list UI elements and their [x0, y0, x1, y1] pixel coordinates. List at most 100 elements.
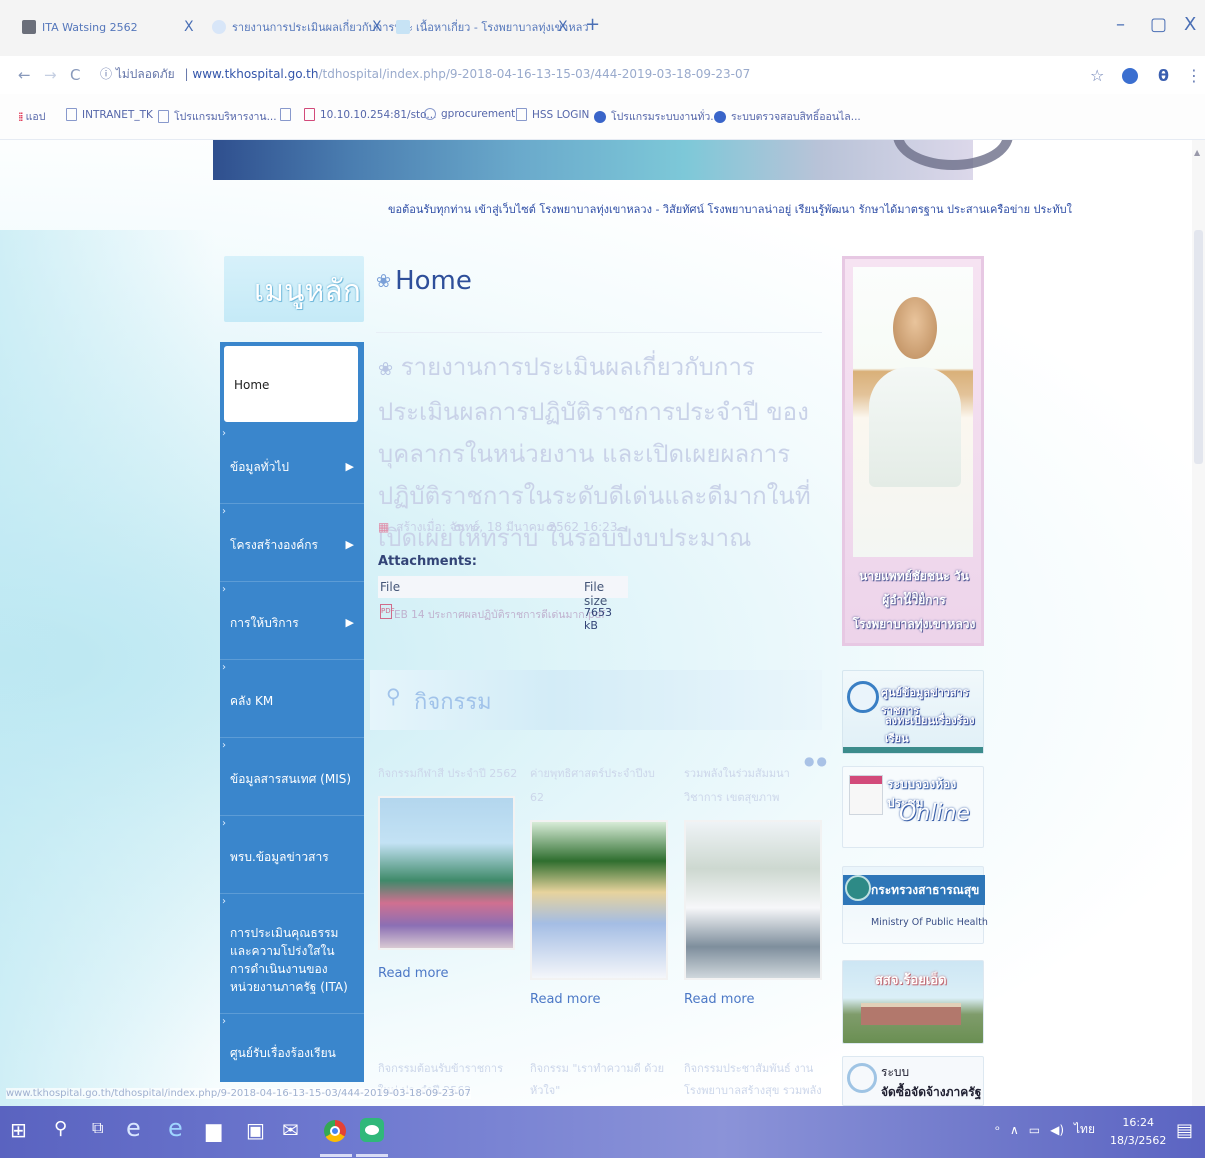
- activity-caption[interactable]: กิจกรรมกีฬาสี ประจำปี 2562: [378, 762, 518, 786]
- store-icon[interactable]: ▣: [246, 1118, 265, 1142]
- bookmark-admin-program[interactable]: โปรแกรมบริหารงาน...: [158, 108, 277, 125]
- bookmark-intranet[interactable]: INTRANET_TK: [66, 108, 153, 121]
- line-app-icon[interactable]: [360, 1118, 384, 1142]
- bookmark-label: 10.10.10.254:81/sto...: [320, 108, 437, 121]
- menu-icon[interactable]: ⋮: [1186, 66, 1202, 85]
- menu-item-home[interactable]: Home: [223, 345, 359, 423]
- taskbar-clock[interactable]: 16:24 18/3/2562: [1110, 1114, 1166, 1150]
- url-field[interactable]: ⓘ ไม่ปลอดภัย | www.tkhospital.go.th/tdho…: [100, 65, 750, 84]
- attachment-row: PDF EB 14 ประกาศผลปฏิบัติราชการดีเด่นมาก…: [378, 602, 628, 632]
- info-icon[interactable]: ⓘ: [100, 67, 112, 81]
- edge-icon[interactable]: e: [126, 1114, 141, 1142]
- url-host: www.tkhospital.go.th: [192, 67, 319, 81]
- tab-close-icon[interactable]: X: [558, 19, 568, 35]
- activity-photo[interactable]: [530, 820, 668, 980]
- bookmark-hss-login[interactable]: HSS LOGIN: [516, 108, 589, 121]
- menu-item-mis[interactable]: › ข้อมูลสารสนเทศ (MIS): [220, 738, 364, 816]
- director-card: นายแพทย์ชัยชนะ วันทอง ผู้อำนวยการ โรงพยา…: [842, 256, 984, 646]
- menu-item-km[interactable]: › คลัง KM: [220, 660, 364, 738]
- activity-photo[interactable]: [378, 796, 515, 950]
- menu-item-info-act[interactable]: › พรบ.ข้อมูลข่าวสาร: [220, 816, 364, 894]
- chevron-right-icon: ›: [222, 584, 226, 595]
- room-booking-banner[interactable]: ระบบจองห้องประชุม Online: [842, 766, 984, 848]
- activity-caption[interactable]: กิจกรรมประชาสัมพันธ์ งานโรงพยาบาลสร้างสุ…: [684, 1058, 824, 1102]
- account-icon[interactable]: θ: [1158, 66, 1169, 85]
- menu-item-label: ข้อมูลทั่วไป: [230, 460, 289, 474]
- read-more-link[interactable]: Read more: [684, 992, 754, 1007]
- task-view-icon[interactable]: ⧉: [92, 1118, 103, 1138]
- chevron-right-icon: ›: [222, 1016, 226, 1027]
- activity-caption[interactable]: กิจกรรม "เราทำความดี ด้วยหัวใจ": [530, 1058, 670, 1102]
- chevron-right-icon: ›: [222, 428, 226, 439]
- banner-text: กระทรวงสาธารณสุข: [871, 883, 980, 897]
- banner-text: ระบบ: [881, 1065, 910, 1079]
- page-title: ❀ Home: [376, 266, 472, 296]
- back-button[interactable]: ←: [18, 66, 31, 84]
- activities-title: กิจกรรม: [414, 690, 492, 715]
- menu-item-services[interactable]: › การให้บริการ ▶: [220, 582, 364, 660]
- forward-button[interactable]: →: [44, 66, 57, 84]
- tab-favicon-icon: [396, 20, 410, 34]
- apps-icon: ⁞⁞: [18, 109, 23, 124]
- activity-photo[interactable]: [684, 820, 822, 980]
- close-window-button[interactable]: X: [1184, 14, 1196, 35]
- tab-report[interactable]: รายงานการประเมินผลเกี่ยวกับการประ X: [212, 12, 413, 42]
- info-center-banner[interactable]: ศูนย์ข้อมูลข่าวสารราชการ ลงทะเบียนเรื่อง…: [842, 670, 984, 754]
- menu-item-ita[interactable]: › การประเมินคุณธรรมและความโปร่งใสในการดำ…: [220, 894, 364, 1014]
- people-icon[interactable]: ᵒ: [995, 1123, 1000, 1137]
- procurement-banner[interactable]: ระบบ จัดซื้อจัดจ้างภาครัฐ: [842, 1056, 984, 1106]
- scrollbar-thumb[interactable]: [1194, 230, 1203, 464]
- internet-explorer-icon[interactable]: e: [168, 1114, 183, 1142]
- new-tab-button[interactable]: +: [585, 14, 600, 35]
- search-icon[interactable]: ⚲: [54, 1118, 67, 1139]
- menu-item-general-info[interactable]: › ข้อมูลทั่วไป ▶: [220, 426, 364, 504]
- page-scrollbar[interactable]: ▲: [1192, 140, 1205, 1106]
- bookmark-rights-check[interactable]: ระบบตรวจสอบสิทธิ์ออนไล...: [714, 108, 861, 125]
- menu-item-label: พรบ.ข้อมูลข่าวสาร: [230, 850, 329, 864]
- attachment-link[interactable]: EB 14 ประกาศผลปฏิบัติราชการดีเด่นมาก.pdf: [394, 606, 605, 623]
- reload-button[interactable]: C: [70, 66, 80, 84]
- tab-favicon-icon: [22, 20, 36, 34]
- chevron-up-icon[interactable]: ∧: [1010, 1123, 1019, 1137]
- bookmark-gprocurement[interactable]: gprocurement: [424, 108, 515, 120]
- activity-caption[interactable]: ค่ายพุทธิศาสตร์ประจำปีงบ 62: [530, 762, 670, 810]
- network-icon[interactable]: ▭: [1029, 1123, 1040, 1137]
- activity-caption[interactable]: รวมพลังในร่วมสัมมนาวิชาการ เขตสุขภาพ: [684, 762, 824, 810]
- read-more-link[interactable]: Read more: [530, 992, 600, 1007]
- seal-icon: [847, 681, 879, 713]
- menu-item-label: การประเมินคุณธรรมและความโปร่งใสในการดำเน…: [230, 926, 348, 994]
- main-menu-header: เมนูหลัก: [224, 256, 364, 322]
- provincial-health-banner[interactable]: สสจ.ร้อยเอ็ด: [842, 960, 984, 1044]
- tab-hospital-content[interactable]: เนื้อหาเกี่ยว - โรงพยาบาลทุ่งเขาหลว X: [396, 12, 589, 42]
- windows-start-icon[interactable]: ⊞: [10, 1118, 27, 1142]
- windows-taskbar: ⊞ ⚲ ⧉ e e ▆ ▣ ✉ ᵒ ∧ ▭ ◀) ไทย 16:24 18/3/…: [0, 1106, 1205, 1158]
- banner-shadow: [843, 747, 983, 753]
- menu-item-org-structure[interactable]: › โครงสร้างองค์กร ▶: [220, 504, 364, 582]
- background-glow: [0, 230, 215, 1106]
- scroll-up-icon[interactable]: ▲: [1194, 148, 1200, 157]
- bookmark-label: แอป: [25, 111, 46, 123]
- volume-icon[interactable]: ◀): [1050, 1123, 1064, 1137]
- notification-icon[interactable]: ▤: [1176, 1120, 1193, 1141]
- bookmark-general-program[interactable]: โปรแกรมระบบงานทั่ว...: [594, 108, 720, 125]
- bookmark-star-icon[interactable]: ☆: [1090, 66, 1104, 85]
- tab-close-icon[interactable]: X: [184, 19, 194, 35]
- minimize-button[interactable]: –: [1116, 14, 1125, 35]
- bookmark-stock-server[interactable]: 10.10.10.254:81/sto...: [304, 108, 436, 121]
- tab-close-icon[interactable]: X: [372, 19, 382, 35]
- moph-banner[interactable]: กระทรวงสาธารณสุข Ministry Of Public Heal…: [842, 866, 988, 944]
- tab-ita-watsing[interactable]: ITA Watsing 2562 X: [22, 12, 194, 42]
- url-separator: |: [184, 67, 189, 81]
- maximize-button[interactable]: ▢: [1150, 14, 1167, 35]
- bookmark-blank[interactable]: [280, 108, 296, 121]
- menu-item-complaints[interactable]: › ศูนย์รับเรื่องร้องเรียน: [220, 1014, 364, 1082]
- article-created-date: ▦ สร้างเมื่อ: จันทร์, 18 มีนาคม 2562 16:…: [378, 518, 617, 537]
- chrome-icon[interactable]: [324, 1120, 346, 1142]
- bookmark-apps[interactable]: ⁞⁞ แอป: [18, 108, 45, 125]
- clock-time: 16:24: [1122, 1116, 1155, 1129]
- input-language[interactable]: ไทย: [1074, 1120, 1095, 1139]
- mail-icon[interactable]: ✉: [282, 1118, 299, 1142]
- extension-icon[interactable]: [1122, 68, 1138, 84]
- file-explorer-icon[interactable]: ▆: [206, 1118, 221, 1142]
- read-more-link[interactable]: Read more: [378, 966, 448, 981]
